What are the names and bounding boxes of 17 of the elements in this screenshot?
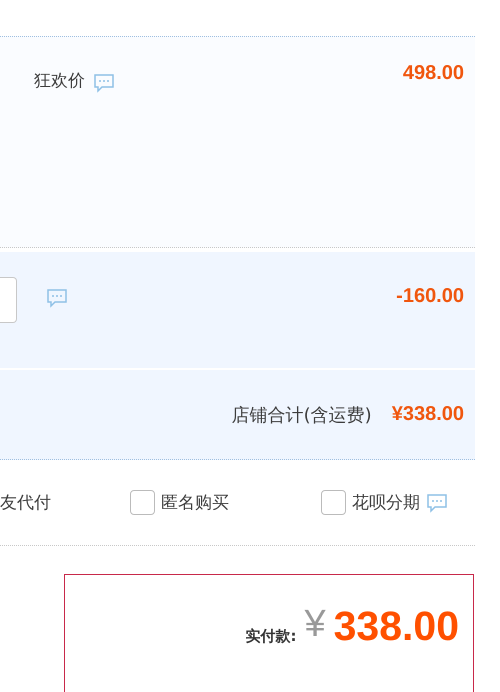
currency-sign: ¥ — [304, 603, 326, 646]
chat-bubble-icon[interactable] — [46, 287, 68, 309]
option-label[interactable]: 花呗分期 — [352, 491, 420, 514]
select-field[interactable] — [0, 277, 17, 323]
chat-bubble-icon[interactable] — [93, 72, 115, 94]
checkbox[interactable] — [130, 490, 155, 515]
shop-total-amount: ¥338.00 — [392, 403, 464, 426]
chat-bubble-icon[interactable] — [426, 492, 448, 514]
checkbox[interactable] — [321, 490, 346, 515]
option-label[interactable]: 匿名购买 — [161, 491, 229, 514]
price-label: 狂欢价 — [34, 70, 85, 92]
shop-total-label: 店铺合计(含运费) — [232, 404, 372, 426]
discount-amount: -160.00 — [396, 285, 464, 308]
price-amount: 498.00 — [402, 62, 464, 85]
payment-amount: 338.00 — [334, 603, 459, 650]
payment-label: 实付款: — [245, 627, 296, 646]
option-label[interactable]: 友代付 — [0, 491, 130, 514]
